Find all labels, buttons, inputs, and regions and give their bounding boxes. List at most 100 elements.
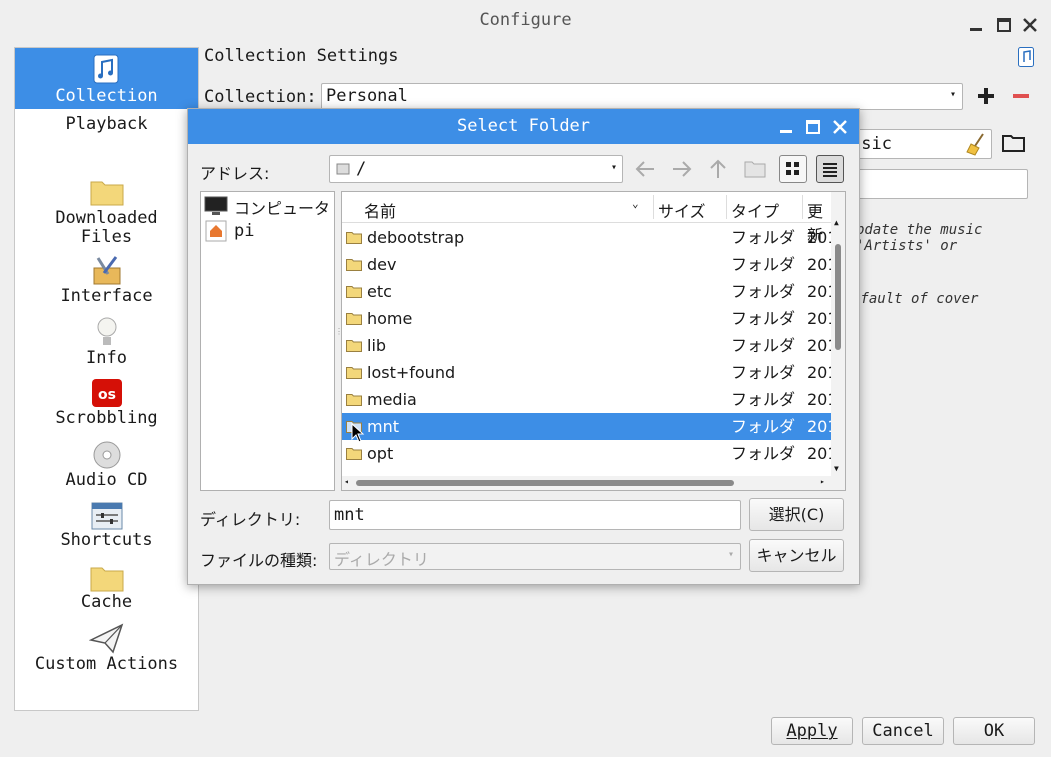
file-type: フォルダ [731,282,796,301]
folder-icon [346,259,362,271]
directory-input[interactable]: mnt [329,500,741,530]
sidebar-item-shortcuts[interactable]: Shortcuts [15,502,198,558]
window-title-bar: Configure [0,0,1051,40]
sidebar-item-interface[interactable]: Interface [15,254,198,310]
places-panel: コンピュータ pi [200,191,335,491]
file-list: 名前 ⌄ サイズ タイプ 更新 debootstrap フォルダ 201 dev フォル… [341,191,846,491]
sidebar-item-label: Scrobbling [55,408,158,428]
broom-clear-icon[interactable] [965,132,987,156]
lightbulb-icon [97,317,116,345]
minimize-icon [970,28,982,31]
folder-icon [346,286,362,298]
file-row[interactable]: mnt フォルダ 201 [342,413,838,440]
sidebar-item-label: Downloaded Files [55,208,158,247]
scrollbar-thumb[interactable] [835,244,841,350]
scroll-down-icon[interactable]: ▼ [834,464,839,473]
splitter-handle[interactable]: ⋮ [335,328,343,349]
file-row[interactable]: lib フォルダ 201 [342,332,838,359]
detail-view-button[interactable] [816,155,844,183]
file-row[interactable]: home フォルダ 201 [342,305,838,332]
folder-icon [346,340,362,352]
file-row[interactable]: etc フォルダ 201 [342,278,838,305]
file-row[interactable]: lost+found フォルダ 201 [342,359,838,386]
music-note-icon [93,54,119,84]
forward-arrow-icon[interactable] [669,156,695,182]
sidebar-item-label: Interface [60,286,153,306]
cancel-button[interactable]: Cancel [862,717,944,745]
file-type: フォルダ [731,255,796,274]
sidebar-item-info[interactable]: Info [15,316,198,372]
text-field[interactable] [846,169,1028,199]
column-header-type[interactable]: タイプ [731,198,779,222]
filetype-select[interactable]: ディレクトリ ▾ [329,543,741,570]
collection-value: Personal [326,86,408,106]
icon-view-button[interactable] [779,155,807,183]
ok-button[interactable]: OK [953,717,1035,745]
file-name: dev [367,255,397,274]
settings-sidebar: Collection Playback Downloaded Files Int… [14,47,199,711]
add-icon[interactable] [976,86,996,106]
file-row[interactable]: debootstrap フォルダ 201 [342,224,838,251]
close-button[interactable] [1020,10,1040,32]
minimize-icon[interactable] [777,118,795,136]
scroll-left-icon[interactable]: ◂ [344,477,349,486]
folder-open-icon[interactable] [1002,133,1026,153]
sidebar-item-label: Custom Actions [34,654,179,674]
file-row[interactable]: opt フォルダ 201 [342,440,838,467]
new-folder-icon[interactable] [742,156,768,182]
h-scrollbar-thumb[interactable] [356,480,734,486]
list-view-icon [823,163,837,177]
collection-settings-heading: Collection Settings [204,46,399,66]
sidebar-item-scrobbling[interactable]: os Scrobbling [15,378,198,434]
folder-icon [90,181,123,206]
minimize-button[interactable] [966,10,986,31]
maximize-button[interactable] [994,10,1014,32]
sidebar-item-custom-actions[interactable]: Custom Actions [15,622,198,682]
maximize-icon[interactable] [804,118,822,136]
maximize-icon [997,18,1011,32]
sidebar-item-audio-cd[interactable]: Audio CD [15,440,198,496]
sidebar-item-label: Playback [65,114,148,134]
sort-down-icon: ⌄ [632,197,639,210]
file-type: フォルダ [731,363,796,382]
address-value: / [356,159,367,179]
paper-plane-icon [88,623,123,654]
scroll-right-icon[interactable]: ▸ [820,477,825,486]
column-header-size[interactable]: サイズ [658,198,706,222]
sidebar-item-downloaded-files[interactable]: Downloaded Files [15,178,198,248]
file-row[interactable]: dev フォルダ 201 [342,251,838,278]
vertical-scrollbar[interactable]: ▲ ▼ [831,192,845,490]
back-arrow-icon[interactable] [632,156,658,182]
music-folder-field[interactable]: usic [846,129,992,159]
file-type: フォルダ [731,336,796,355]
horizontal-scrollbar[interactable]: ◂ ▸ [342,476,831,490]
sidebar-item-label: Shortcuts [60,530,153,550]
file-type: フォルダ [731,417,796,436]
sidebar-item-cache[interactable]: Cache [15,564,198,620]
scroll-up-icon[interactable]: ▲ [834,218,839,227]
music-note-icon [1018,47,1034,67]
dialog-cancel-button[interactable]: キャンセル [749,539,844,572]
column-header-name[interactable]: 名前 [364,198,396,222]
address-combo[interactable]: / ▾ [329,155,623,183]
sidebar-item-collection[interactable]: Collection [15,48,198,109]
monitor-icon [204,196,228,215]
apply-button[interactable]: Apply [771,717,853,745]
up-arrow-icon[interactable] [705,156,731,182]
hint-text-line3: efault of cover [852,291,979,307]
folder-icon [346,448,362,460]
dialog-title-bar: Select Folder [188,109,859,144]
address-label: アドレス: [200,164,270,183]
mouse-cursor-icon [351,423,365,443]
sidebar-item-label: Audio CD [65,470,148,490]
collection-select[interactable]: Personal ▾ [321,83,963,110]
sidebar-item-playback[interactable]: Playback [15,114,198,138]
select-button[interactable]: 選択(C) [749,498,844,531]
close-icon [1023,18,1037,32]
file-name: opt [367,444,394,463]
close-icon[interactable] [831,118,849,136]
folder-icon [346,367,362,379]
file-row[interactable]: media フォルダ 201 [342,386,838,413]
tools-icon [93,256,120,285]
remove-icon[interactable] [1011,86,1031,106]
